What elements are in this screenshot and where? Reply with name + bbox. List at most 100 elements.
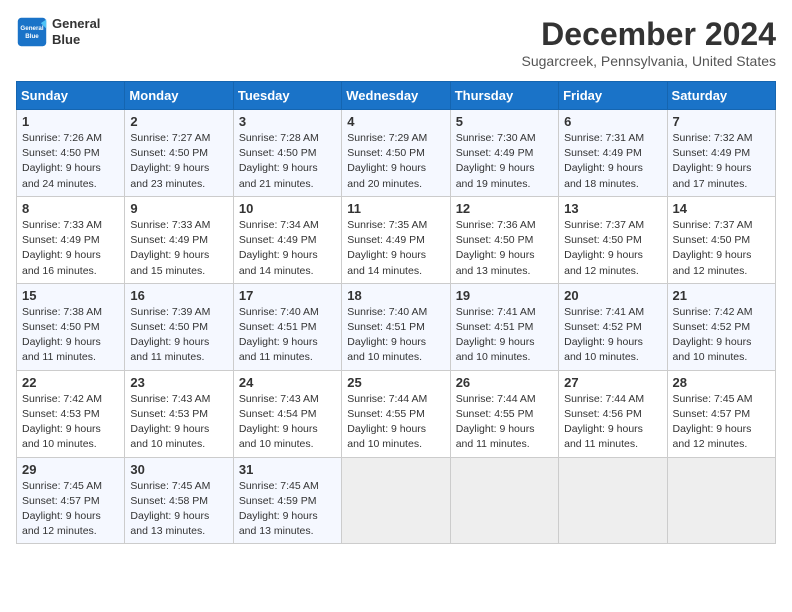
day-info: Sunrise: 7:35 AMSunset: 4:49 PMDaylight:…	[347, 218, 444, 279]
calendar-cell: 3Sunrise: 7:28 AMSunset: 4:50 PMDaylight…	[233, 110, 341, 197]
day-info: Sunrise: 7:26 AMSunset: 4:50 PMDaylight:…	[22, 131, 119, 192]
day-number: 2	[130, 114, 227, 129]
day-info: Sunrise: 7:45 AMSunset: 4:57 PMDaylight:…	[673, 392, 770, 453]
calendar-cell	[450, 457, 558, 544]
day-info: Sunrise: 7:27 AMSunset: 4:50 PMDaylight:…	[130, 131, 227, 192]
column-header-saturday: Saturday	[667, 82, 775, 110]
day-number: 21	[673, 288, 770, 303]
column-header-monday: Monday	[125, 82, 233, 110]
day-info: Sunrise: 7:40 AMSunset: 4:51 PMDaylight:…	[347, 305, 444, 366]
calendar-cell: 26 Sunrise: 7:44 AMSunset: 4:55 PMDayligh…	[450, 370, 558, 457]
calendar-cell	[559, 457, 667, 544]
day-info: Sunrise: 7:37 AMSunset: 4:50 PMDaylight:…	[673, 218, 770, 279]
calendar-cell: 19 Sunrise: 7:41 AMSunset: 4:51 PMDayligh…	[450, 283, 558, 370]
day-number: 22	[22, 375, 119, 390]
day-number: 14	[673, 201, 770, 216]
svg-text:General: General	[20, 25, 43, 32]
day-number: 27	[564, 375, 661, 390]
logo: General Blue General Blue	[16, 16, 100, 48]
calendar-cell: 16Sunrise: 7:39 AMSunset: 4:50 PMDayligh…	[125, 283, 233, 370]
calendar-week-row: 1 Sunrise: 7:26 AMSunset: 4:50 PMDaylight…	[17, 110, 776, 197]
logo-icon: General Blue	[16, 16, 48, 48]
day-info: Sunrise: 7:36 AMSunset: 4:50 PMDaylight:…	[456, 218, 553, 279]
day-info: Sunrise: 7:41 AMSunset: 4:52 PMDaylight:…	[564, 305, 661, 366]
svg-text:Blue: Blue	[25, 33, 39, 40]
calendar-cell: 15Sunrise: 7:38 AMSunset: 4:50 PMDayligh…	[17, 283, 125, 370]
logo-text-line1: General	[52, 16, 100, 32]
calendar-week-row: 15Sunrise: 7:38 AMSunset: 4:50 PMDayligh…	[17, 283, 776, 370]
calendar-week-row: 8Sunrise: 7:33 AMSunset: 4:49 PMDaylight…	[17, 196, 776, 283]
page-header: General Blue General Blue December 2024 …	[16, 16, 776, 69]
month-title: December 2024	[522, 16, 776, 53]
day-number: 25	[347, 375, 444, 390]
day-info: Sunrise: 7:29 AMSunset: 4:50 PMDaylight:…	[347, 131, 444, 192]
day-number: 30	[130, 462, 227, 477]
calendar-cell: 9 Sunrise: 7:33 AMSunset: 4:49 PMDaylight…	[125, 196, 233, 283]
day-info: Sunrise: 7:39 AMSunset: 4:50 PMDaylight:…	[130, 305, 227, 366]
day-info: Sunrise: 7:37 AMSunset: 4:50 PMDaylight:…	[564, 218, 661, 279]
calendar-cell: 12 Sunrise: 7:36 AMSunset: 4:50 PMDayligh…	[450, 196, 558, 283]
day-number: 26	[456, 375, 553, 390]
title-block: December 2024 Sugarcreek, Pennsylvania, …	[522, 16, 776, 69]
day-number: 31	[239, 462, 336, 477]
day-info: Sunrise: 7:45 AMSunset: 4:58 PMDaylight:…	[130, 479, 227, 540]
day-number: 10	[239, 201, 336, 216]
day-info: Sunrise: 7:31 AMSunset: 4:49 PMDaylight:…	[564, 131, 661, 192]
day-info: Sunrise: 7:45 AMSunset: 4:57 PMDaylight:…	[22, 479, 119, 540]
day-info: Sunrise: 7:44 AMSunset: 4:56 PMDaylight:…	[564, 392, 661, 453]
calendar-cell: 20 Sunrise: 7:41 AMSunset: 4:52 PMDayligh…	[559, 283, 667, 370]
day-info: Sunrise: 7:30 AMSunset: 4:49 PMDaylight:…	[456, 131, 553, 192]
day-number: 1	[22, 114, 119, 129]
day-number: 24	[239, 375, 336, 390]
calendar-cell: 31 Sunrise: 7:45 AMSunset: 4:59 PMDayligh…	[233, 457, 341, 544]
day-info: Sunrise: 7:42 AMSunset: 4:52 PMDaylight:…	[673, 305, 770, 366]
calendar-table: SundayMondayTuesdayWednesdayThursdayFrid…	[16, 81, 776, 544]
day-info: Sunrise: 7:40 AMSunset: 4:51 PMDaylight:…	[239, 305, 336, 366]
column-header-friday: Friday	[559, 82, 667, 110]
calendar-cell: 1 Sunrise: 7:26 AMSunset: 4:50 PMDaylight…	[17, 110, 125, 197]
calendar-cell: 4 Sunrise: 7:29 AMSunset: 4:50 PMDaylight…	[342, 110, 450, 197]
day-number: 7	[673, 114, 770, 129]
day-info: Sunrise: 7:28 AMSunset: 4:50 PMDaylight:…	[239, 131, 336, 192]
day-info: Sunrise: 7:32 AMSunset: 4:49 PMDaylight:…	[673, 131, 770, 192]
day-info: Sunrise: 7:44 AMSunset: 4:55 PMDaylight:…	[456, 392, 553, 453]
day-number: 6	[564, 114, 661, 129]
day-number: 19	[456, 288, 553, 303]
calendar-cell: 23 Sunrise: 7:43 AMSunset: 4:53 PMDayligh…	[125, 370, 233, 457]
day-info: Sunrise: 7:43 AMSunset: 4:53 PMDaylight:…	[130, 392, 227, 453]
day-info: Sunrise: 7:41 AMSunset: 4:51 PMDaylight:…	[456, 305, 553, 366]
day-number: 13	[564, 201, 661, 216]
calendar-cell: 25 Sunrise: 7:44 AMSunset: 4:55 PMDayligh…	[342, 370, 450, 457]
calendar-cell: 21 Sunrise: 7:42 AMSunset: 4:52 PMDayligh…	[667, 283, 775, 370]
day-number: 17	[239, 288, 336, 303]
day-number: 23	[130, 375, 227, 390]
day-number: 5	[456, 114, 553, 129]
calendar-cell: 7 Sunrise: 7:32 AMSunset: 4:49 PMDaylight…	[667, 110, 775, 197]
day-info: Sunrise: 7:33 AMSunset: 4:49 PMDaylight:…	[130, 218, 227, 279]
calendar-cell: 5 Sunrise: 7:30 AMSunset: 4:49 PMDaylight…	[450, 110, 558, 197]
column-header-thursday: Thursday	[450, 82, 558, 110]
day-info: Sunrise: 7:44 AMSunset: 4:55 PMDaylight:…	[347, 392, 444, 453]
day-number: 29	[22, 462, 119, 477]
calendar-cell: 11 Sunrise: 7:35 AMSunset: 4:49 PMDayligh…	[342, 196, 450, 283]
day-number: 15	[22, 288, 119, 303]
column-header-sunday: Sunday	[17, 82, 125, 110]
location-title: Sugarcreek, Pennsylvania, United States	[522, 53, 776, 69]
day-number: 11	[347, 201, 444, 216]
day-info: Sunrise: 7:42 AMSunset: 4:53 PMDaylight:…	[22, 392, 119, 453]
calendar-cell: 13 Sunrise: 7:37 AMSunset: 4:50 PMDayligh…	[559, 196, 667, 283]
calendar-cell: 24Sunrise: 7:43 AMSunset: 4:54 PMDayligh…	[233, 370, 341, 457]
day-number: 9	[130, 201, 227, 216]
calendar-cell: 6 Sunrise: 7:31 AMSunset: 4:49 PMDaylight…	[559, 110, 667, 197]
day-number: 4	[347, 114, 444, 129]
calendar-cell: 14 Sunrise: 7:37 AMSunset: 4:50 PMDayligh…	[667, 196, 775, 283]
day-info: Sunrise: 7:33 AMSunset: 4:49 PMDaylight:…	[22, 218, 119, 279]
calendar-week-row: 22 Sunrise: 7:42 AMSunset: 4:53 PMDayligh…	[17, 370, 776, 457]
column-header-tuesday: Tuesday	[233, 82, 341, 110]
day-number: 12	[456, 201, 553, 216]
day-info: Sunrise: 7:45 AMSunset: 4:59 PMDaylight:…	[239, 479, 336, 540]
logo-text-line2: Blue	[52, 32, 100, 48]
day-number: 20	[564, 288, 661, 303]
day-number: 18	[347, 288, 444, 303]
calendar-cell: 17 Sunrise: 7:40 AMSunset: 4:51 PMDayligh…	[233, 283, 341, 370]
